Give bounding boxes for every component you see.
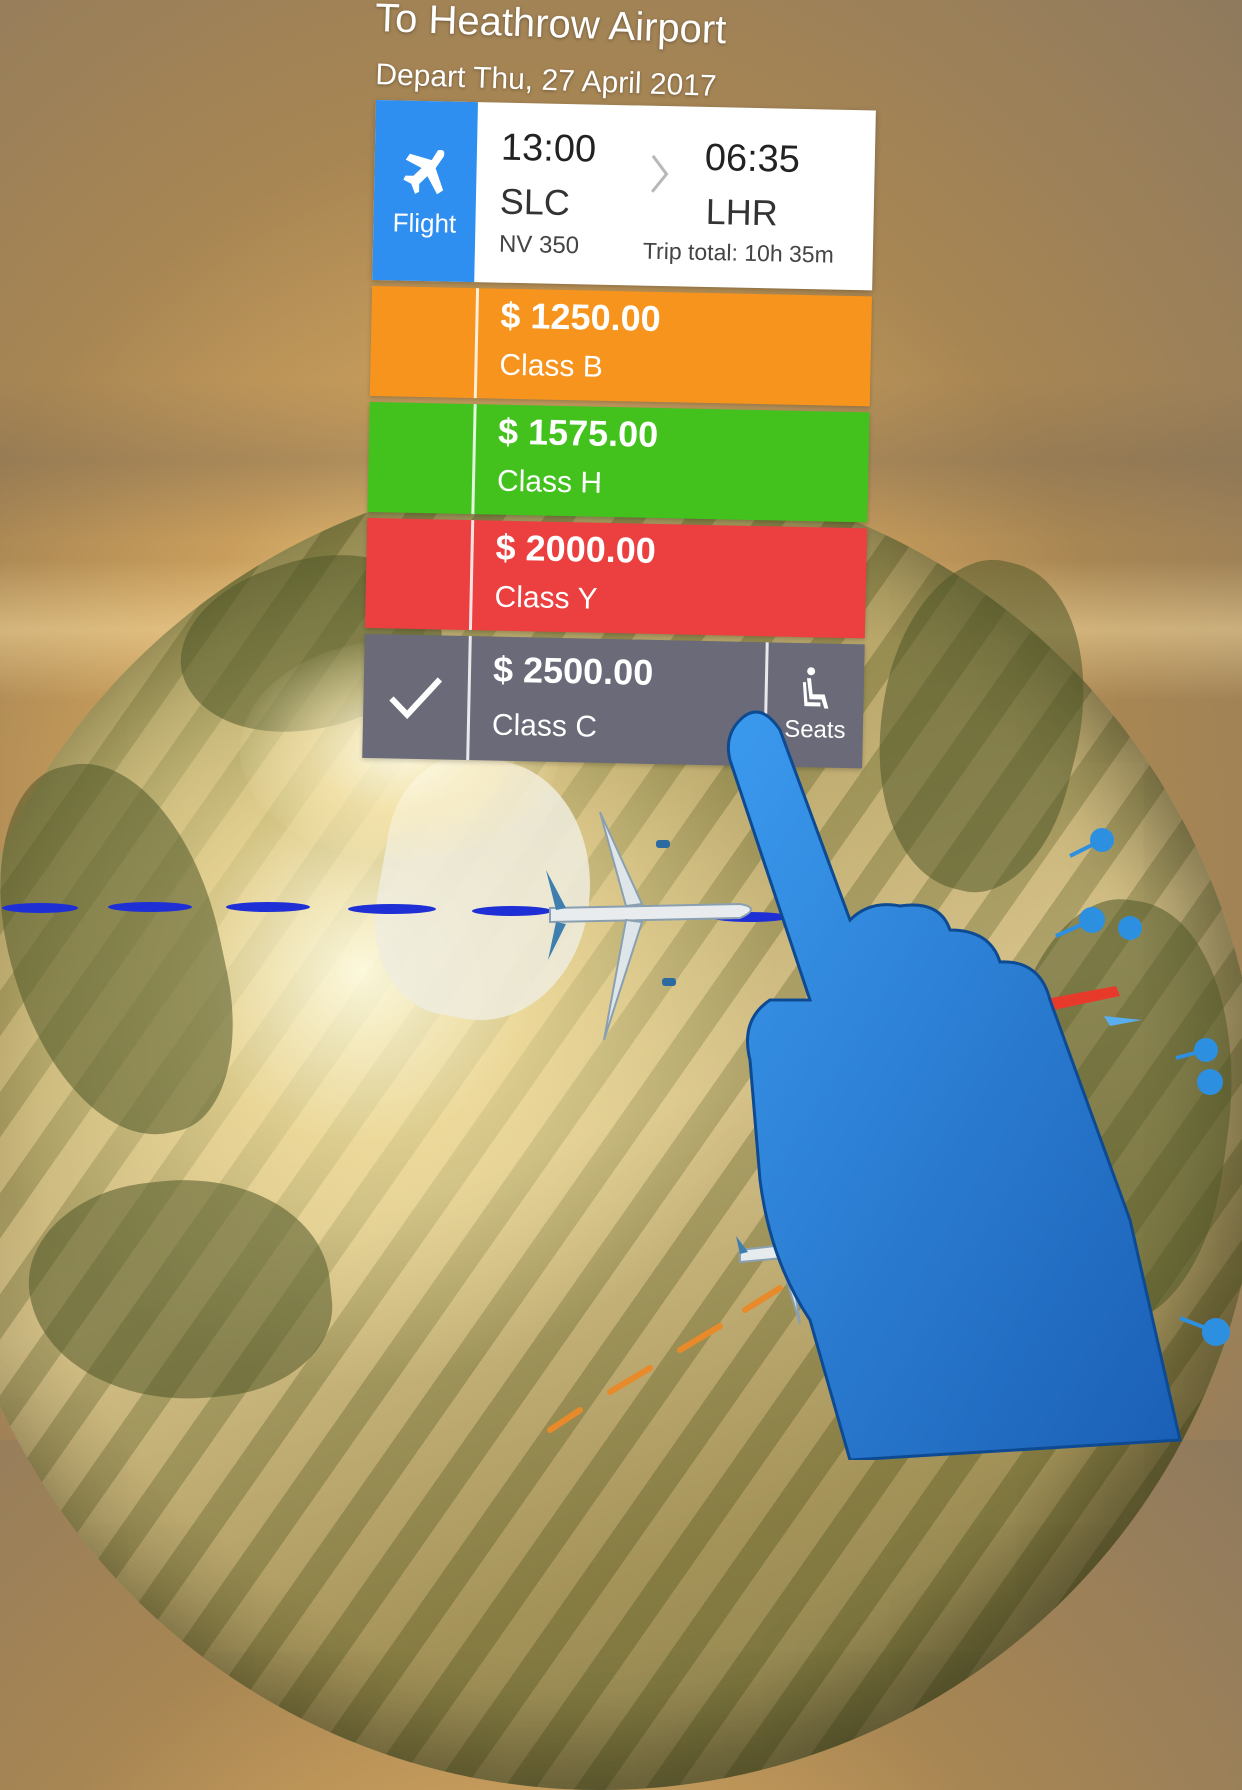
fare-price: $ 1575.00 [497, 410, 659, 455]
destination-title: To Heathrow Airport [374, 0, 728, 53]
arrival-time: 06:35 [704, 136, 801, 181]
fare-details: $ 1250.00 Class B [477, 288, 872, 406]
chevron-right-icon [650, 154, 669, 193]
vr-hand-pointer [726, 710, 1182, 1460]
trip-total-duration: Trip total: 10h 35m [642, 237, 835, 268]
fare-select-area[interactable] [370, 286, 476, 398]
flight-booking-panel: Flight 13:00 SLC NV 350 06:35 LHR Trip t… [362, 100, 876, 769]
flight-summary-card[interactable]: Flight 13:00 SLC NV 350 06:35 LHR Trip t… [372, 100, 876, 291]
fare-select-area[interactable] [365, 518, 471, 630]
fare-price: $ 2000.00 [495, 526, 657, 571]
fare-details: $ 2000.00 Class Y [472, 520, 867, 638]
fare-class: Class H [496, 464, 603, 500]
fare-details: $ 1575.00 Class H [474, 404, 869, 522]
fare-select-area[interactable] [367, 402, 473, 514]
fare-class: Class C [491, 708, 598, 744]
fare-class: Class B [499, 348, 604, 384]
fare-select-area[interactable] [362, 634, 469, 760]
fare-price: $ 1250.00 [500, 294, 662, 340]
departure-time: 13:00 [500, 126, 597, 171]
fare-option-class-b[interactable]: $ 1250.00 Class B [369, 285, 872, 407]
flight-tab[interactable]: Flight [372, 100, 478, 283]
fare-option-class-h[interactable]: $ 1575.00 Class H [367, 401, 870, 523]
flight-tab-label: Flight [392, 206, 457, 239]
fare-option-class-y[interactable]: $ 2000.00 Class Y [364, 517, 868, 639]
airplane-icon [403, 149, 445, 194]
departure-airport-code: SLC [499, 180, 571, 224]
checkmark-icon [389, 677, 443, 720]
fare-price: $ 2500.00 [492, 648, 654, 693]
flight-details: 13:00 SLC NV 350 06:35 LHR Trip total: 1… [474, 102, 876, 290]
departure-date: Depart Thu, 27 April 2017 [374, 58, 718, 103]
flight-number: NV 350 [498, 230, 580, 260]
arrival-airport-code: LHR [705, 190, 779, 234]
fare-class: Class Y [494, 580, 598, 616]
